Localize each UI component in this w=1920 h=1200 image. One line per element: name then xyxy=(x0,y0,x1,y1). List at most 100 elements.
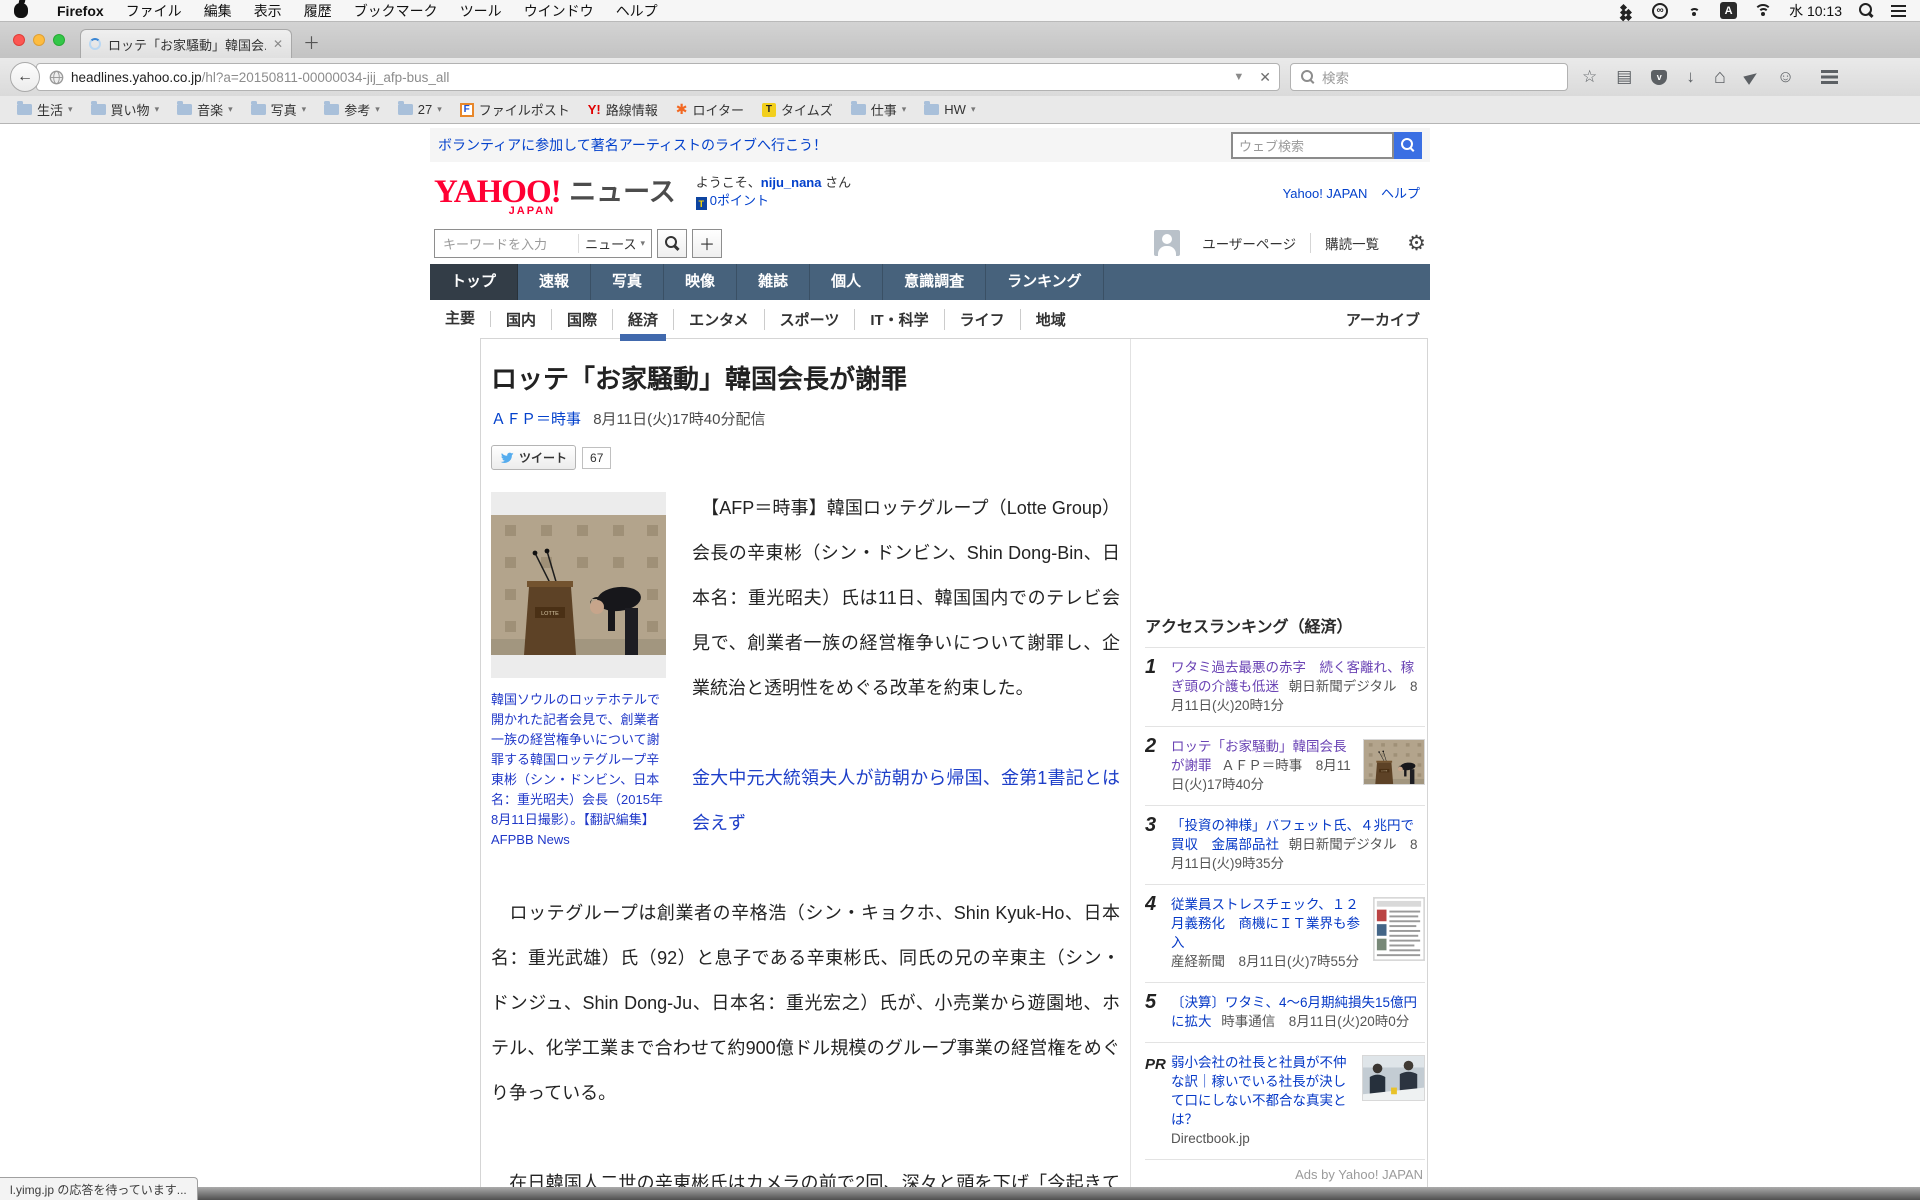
nav-tab-kojin[interactable]: 個人 xyxy=(810,264,884,300)
pr-thumbnail[interactable] xyxy=(1362,1055,1425,1101)
nav-tab-eizo[interactable]: 映像 xyxy=(664,264,738,300)
ranking-thumbnail[interactable] xyxy=(1373,897,1425,961)
notification-center-icon[interactable] xyxy=(1891,4,1906,7)
menu-icon[interactable] xyxy=(1821,70,1839,73)
creative-cloud-icon[interactable]: ∞ xyxy=(1652,2,1669,19)
menu-bookmarks[interactable]: ブックマーク xyxy=(343,1,449,21)
menu-history[interactable]: 履歴 xyxy=(293,1,343,21)
bookmark-reuters[interactable]: ✱ ロイター xyxy=(669,100,751,119)
bookmarks-list-icon[interactable]: ▤ xyxy=(1616,67,1632,87)
article-source-link[interactable]: ＡＦＰ＝時事 xyxy=(491,411,581,428)
home-icon[interactable]: ⌂ xyxy=(1714,66,1726,89)
browser-tab[interactable]: ロッテ「お家騒動」韓国会... ✕ xyxy=(80,29,292,58)
news-search-button[interactable] xyxy=(657,228,687,258)
input-method-icon[interactable]: A xyxy=(1720,2,1738,19)
web-search-input[interactable]: ウェブ検索 xyxy=(1231,131,1394,159)
subscriptions-link[interactable]: 購読一覧 xyxy=(1310,233,1393,253)
nav-tab-shashin[interactable]: 写真 xyxy=(591,264,665,300)
downloads-icon[interactable]: ↓ xyxy=(1686,67,1695,87)
share-icon[interactable] xyxy=(1743,69,1760,85)
gear-icon[interactable]: ⚙ xyxy=(1407,231,1426,256)
archive-link[interactable]: アーカイブ xyxy=(1346,309,1430,330)
subnav-entame[interactable]: エンタメ xyxy=(674,308,765,330)
bookmark-folder-27[interactable]: 27 ▾ xyxy=(391,101,449,117)
article: ロッテ「お家騒動」韓国会長が謝罪 ＡＦＰ＝時事 8月11日(火)17時40分配信… xyxy=(481,339,1131,1200)
folder-icon xyxy=(250,101,266,115)
menu-tools[interactable]: ツール xyxy=(449,1,513,21)
nav-tab-ishikichosa[interactable]: 意識調査 xyxy=(883,264,987,300)
add-keyword-button[interactable]: ＋ xyxy=(692,228,722,258)
menu-bar-status-area: ∞ A 水 10:13 xyxy=(1619,1,1920,21)
bookmark-folder-kaimono[interactable]: 買い物 ▾ xyxy=(84,100,167,119)
article-photo[interactable] xyxy=(491,492,666,678)
pocket-icon[interactable]: v xyxy=(1651,69,1668,85)
photo-caption-link[interactable]: 韓国ソウルのロッテホテルで開かれた記者会見で、創業者一族の経営権争いについて謝罪… xyxy=(491,690,666,850)
chevron-down-icon: ▾ xyxy=(901,104,907,114)
navigation-toolbar: ← headlines.yahoo.co.jp/hl?a=20150811-00… xyxy=(0,58,1920,96)
subnav-shuyo[interactable]: 主要 xyxy=(430,311,492,327)
hello-smiley-icon[interactable]: ☺ xyxy=(1777,67,1794,87)
yahoo-japan-link[interactable]: Yahoo! JAPAN xyxy=(1283,186,1368,201)
ranking-thumbnail[interactable] xyxy=(1363,739,1425,785)
apple-menu-icon[interactable] xyxy=(14,3,28,18)
category-nav: 主要 国内 国際 経済 エンタメ スポーツ IT・科学 ライフ 地域 アーカイブ xyxy=(430,300,1430,338)
zoom-window-button[interactable] xyxy=(53,34,65,46)
bookmark-folder-shashin[interactable]: 写真 ▾ xyxy=(244,100,314,119)
minimize-window-button[interactable] xyxy=(33,34,45,46)
avatar[interactable] xyxy=(1154,230,1181,256)
points-link[interactable]: 0ポイント xyxy=(710,193,769,208)
bookmark-filepost[interactable]: F ファイルポスト xyxy=(453,100,577,119)
search-scope-select[interactable]: ニュース ▾ xyxy=(578,233,651,253)
back-button[interactable]: ← xyxy=(10,62,40,92)
username-link[interactable]: niju_nana xyxy=(761,175,822,190)
bookmark-folder-shigoto[interactable]: 仕事 ▾ xyxy=(844,100,914,119)
subnav-kokunai[interactable]: 国内 xyxy=(491,308,553,330)
stop-loading-icon[interactable]: ✕ xyxy=(1259,69,1271,86)
close-window-button[interactable] xyxy=(13,34,25,46)
bookmark-folder-hw[interactable]: HW ▾ xyxy=(917,101,982,117)
user-page-link[interactable]: ユーザーページ xyxy=(1188,233,1310,253)
menu-edit[interactable]: 編集 xyxy=(193,1,243,21)
menu-firefox[interactable]: Firefox xyxy=(46,3,115,19)
nav-tab-zasshi[interactable]: 雑誌 xyxy=(737,264,811,300)
tweet-button[interactable]: ツイート xyxy=(491,445,577,470)
subnav-chiiki[interactable]: 地域 xyxy=(1021,309,1081,330)
nav-tab-sokuho[interactable]: 速報 xyxy=(518,264,592,300)
menu-window[interactable]: ウインドウ xyxy=(513,1,605,21)
menu-view[interactable]: 表示 xyxy=(243,1,293,21)
signal-icon[interactable] xyxy=(1685,4,1703,17)
subnav-it-kagaku[interactable]: IT・科学 xyxy=(855,308,945,330)
ranking-link[interactable]: 従業員ストレスチェック、１２月義務化 商機にＩＴ業界も参入 xyxy=(1171,897,1360,950)
bookmark-folder-seikatsu[interactable]: 生活 ▾ xyxy=(10,100,80,119)
menu-bar-clock[interactable]: 水 10:13 xyxy=(1789,1,1842,21)
subnav-life[interactable]: ライフ xyxy=(945,308,1021,330)
menu-file[interactable]: ファイル xyxy=(115,1,193,21)
spotlight-icon[interactable] xyxy=(1859,3,1874,18)
bookmark-folder-ongaku[interactable]: 音楽 ▾ xyxy=(170,100,240,119)
tab-close-icon[interactable]: ✕ xyxy=(273,37,283,51)
new-tab-button[interactable]: ＋ xyxy=(303,29,320,54)
rank-number: 3 xyxy=(1145,814,1157,836)
dropbox-icon[interactable] xyxy=(1619,4,1635,18)
subnav-kokusai[interactable]: 国際 xyxy=(552,308,614,330)
bookmark-rosen-joho[interactable]: Y! 路線情報 xyxy=(581,100,665,119)
nav-tab-ranking[interactable]: ランキング xyxy=(986,264,1104,300)
browser-search-field[interactable]: 検索 xyxy=(1290,63,1568,91)
yahoo-news-logo[interactable]: YAHOO! JAPAN ニュース xyxy=(434,176,676,218)
bookmark-folder-sankou[interactable]: 参考 ▾ xyxy=(317,100,387,119)
news-search-input[interactable]: キーワードを入力 ニュース ▾ xyxy=(434,228,652,258)
rank-number: 4 xyxy=(1145,893,1157,915)
menu-help[interactable]: ヘルプ xyxy=(605,1,669,21)
web-search-button[interactable] xyxy=(1394,131,1422,159)
promo-link[interactable]: ボランティアに参加して著名アーティストのライブへ行こう！ xyxy=(438,135,827,155)
nav-tab-top[interactable]: トップ xyxy=(430,264,519,300)
help-link[interactable]: ヘルプ xyxy=(1381,186,1420,201)
url-dropdown-icon[interactable]: ▼ xyxy=(1233,71,1244,83)
subnav-sports[interactable]: スポーツ xyxy=(765,308,856,330)
subnav-keizai[interactable]: 経済 xyxy=(613,308,675,330)
wifi-icon[interactable] xyxy=(1754,4,1773,17)
bookmark-times[interactable]: T タイムズ xyxy=(755,100,840,119)
url-bar[interactable]: headlines.yahoo.co.jp/hl?a=20150811-0000… xyxy=(36,63,1280,91)
pr-link[interactable]: 弱小会社の社長と社員が不仲な訳｜稼いでいる社長が決して口にしない不都合な真実とは… xyxy=(1171,1055,1347,1127)
bookmark-star-icon[interactable]: ☆ xyxy=(1582,67,1597,87)
